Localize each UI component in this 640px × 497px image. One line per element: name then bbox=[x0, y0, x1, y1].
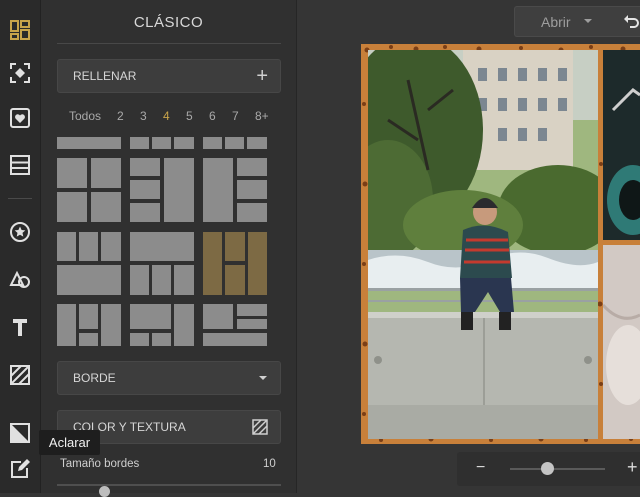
layout-icon[interactable] bbox=[7, 17, 33, 43]
collage-canvas bbox=[361, 44, 640, 444]
plus-icon: + bbox=[256, 64, 268, 87]
layout-template[interactable] bbox=[203, 158, 267, 222]
layout-template[interactable] bbox=[57, 158, 121, 222]
layout-panel: CLÁSICO RELLENAR + Todos 2 3 4 5 6 7 8+ bbox=[41, 0, 297, 497]
border-size-slider-track[interactable] bbox=[57, 484, 281, 486]
hatch-icon[interactable] bbox=[7, 362, 33, 388]
zoom-in-button[interactable]: + bbox=[627, 457, 638, 478]
tooltip: Aclarar bbox=[39, 430, 100, 455]
panel-title: CLÁSICO bbox=[133, 14, 204, 31]
layout-template[interactable] bbox=[130, 137, 194, 149]
layout-template[interactable] bbox=[57, 232, 121, 295]
border-dropdown[interactable]: BORDE bbox=[57, 361, 281, 395]
border-dropdown-label: BORDE bbox=[73, 371, 116, 385]
layout-template-selected[interactable] bbox=[203, 232, 267, 295]
half-square-icon[interactable] bbox=[7, 420, 33, 446]
filter-2[interactable]: 2 bbox=[117, 109, 124, 123]
zoom-out-button[interactable]: − bbox=[476, 459, 485, 477]
layout-template[interactable] bbox=[130, 304, 194, 346]
photo-fabric[interactable] bbox=[603, 245, 640, 439]
zoom-slider-thumb[interactable] bbox=[541, 462, 554, 475]
zoom-slider-track[interactable] bbox=[510, 468, 605, 470]
shapes-icon[interactable] bbox=[7, 267, 33, 293]
heart-frame-icon[interactable] bbox=[7, 105, 33, 131]
layout-template[interactable] bbox=[57, 137, 121, 149]
star-icon[interactable] bbox=[7, 219, 33, 245]
layout-template[interactable] bbox=[203, 137, 267, 149]
filter-4[interactable]: 4 bbox=[163, 109, 170, 123]
border-size-label: Tamaño bordes bbox=[60, 458, 140, 470]
fill-button[interactable]: RELLENAR + bbox=[57, 59, 281, 93]
panel-divider bbox=[57, 43, 281, 44]
open-button-label: Abrir bbox=[541, 14, 571, 30]
text-icon[interactable] bbox=[7, 314, 33, 340]
rows-icon[interactable] bbox=[7, 152, 33, 178]
tool-sidebar bbox=[0, 0, 41, 493]
filter-all[interactable]: Todos bbox=[69, 109, 101, 123]
chevron-down-icon bbox=[583, 15, 593, 31]
filter-3[interactable]: 3 bbox=[140, 109, 147, 123]
layout-template[interactable] bbox=[203, 304, 267, 346]
open-button[interactable]: Abrir bbox=[514, 6, 640, 37]
photo-man-sitting[interactable] bbox=[368, 50, 598, 439]
photo-scooter[interactable] bbox=[603, 50, 640, 240]
filter-8-plus[interactable]: 8+ bbox=[255, 109, 269, 123]
crop-focus-icon[interactable] bbox=[7, 60, 33, 86]
undo-icon[interactable] bbox=[621, 11, 640, 34]
filter-5[interactable]: 5 bbox=[186, 109, 193, 123]
fill-button-label: RELLENAR bbox=[73, 69, 137, 83]
zoom-bar: − + bbox=[457, 452, 640, 486]
layout-template[interactable] bbox=[130, 232, 194, 295]
filter-7[interactable]: 7 bbox=[232, 109, 239, 123]
texture-icon bbox=[252, 411, 268, 443]
chevron-down-icon bbox=[258, 362, 268, 394]
border-size-slider-thumb[interactable] bbox=[99, 486, 110, 497]
edit-icon[interactable] bbox=[7, 456, 33, 482]
filter-6[interactable]: 6 bbox=[209, 109, 216, 123]
layout-template[interactable] bbox=[130, 158, 194, 222]
layout-template[interactable] bbox=[57, 304, 121, 346]
toolbar-divider bbox=[8, 198, 32, 199]
border-size-value: 10 bbox=[263, 458, 276, 470]
